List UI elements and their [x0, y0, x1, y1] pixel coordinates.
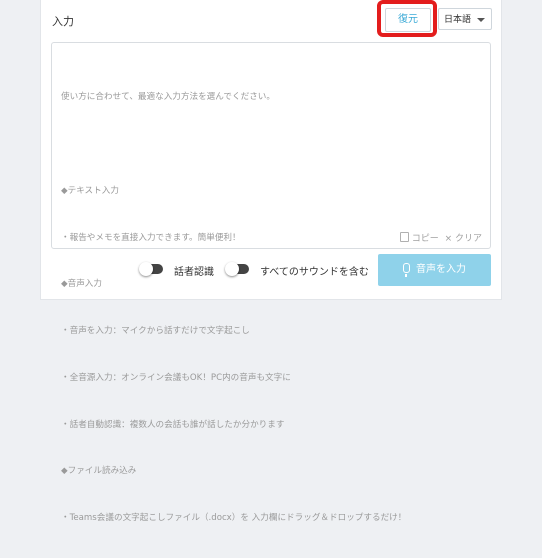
input-panel: 入力 復元 日本語 使い方に合わせて、最適な入力方法を選んでください。 ◆テキス…	[40, 0, 502, 523]
speaker-recognition-label: 話者認識	[174, 267, 214, 278]
textarea-placeholder: 使い方に合わせて、最適な入力方法を選んでください。 ◆テキスト入力 ・報告やメモ…	[61, 59, 481, 558]
placeholder-line	[61, 137, 481, 153]
microphone-icon	[403, 263, 410, 277]
placeholder-line: ◆ファイル読み込み	[61, 466, 137, 477]
voice-input-label: 音声を入力	[416, 264, 466, 275]
copy-label: コピー	[411, 234, 439, 244]
speaker-recognition-toggle[interactable]	[139, 262, 163, 276]
placeholder-line: ◆テキスト入力	[61, 185, 119, 196]
placeholder-line: ・Teams会議の文字起こしファイル（.docx）を 入力欄にドラッグ＆ドロップ…	[61, 513, 407, 524]
all-sound-toggle[interactable]	[225, 262, 249, 276]
placeholder-line: 使い方に合わせて、最適な入力方法を選んでください。	[61, 92, 275, 103]
panel-title: 入力	[52, 15, 74, 28]
copy-icon	[399, 232, 409, 242]
toggle-knob	[225, 262, 239, 276]
clear-icon: ×	[444, 234, 453, 244]
clear-button[interactable]: × クリア	[442, 234, 482, 244]
toggle-knob	[139, 262, 153, 276]
placeholder-line: ・全音源入力：オンライン会議もOK！PC内の音声も文字に	[61, 372, 291, 383]
all-sound-label: すべてのサウンドを含む	[260, 267, 369, 278]
language-select[interactable]: 日本語	[438, 8, 492, 30]
clear-label: クリア	[454, 234, 482, 244]
copy-button[interactable]: コピー	[399, 232, 439, 244]
editor-tools: コピー × クリア	[399, 231, 482, 244]
placeholder-line: ・音声を入力：マイクから話すだけで文字起こし	[61, 326, 250, 337]
restore-button[interactable]: 復元	[385, 8, 431, 32]
language-value: 日本語	[444, 15, 472, 25]
placeholder-line: ・話者自動認識：複数人の会話も誰が話したか分かります	[61, 419, 285, 430]
input-textarea[interactable]: 使い方に合わせて、最適な入力方法を選んでください。 ◆テキスト入力 ・報告やメモ…	[51, 42, 491, 523]
chevron-down-icon	[477, 18, 485, 22]
voice-input-button[interactable]: 音声を入力	[378, 254, 491, 286]
